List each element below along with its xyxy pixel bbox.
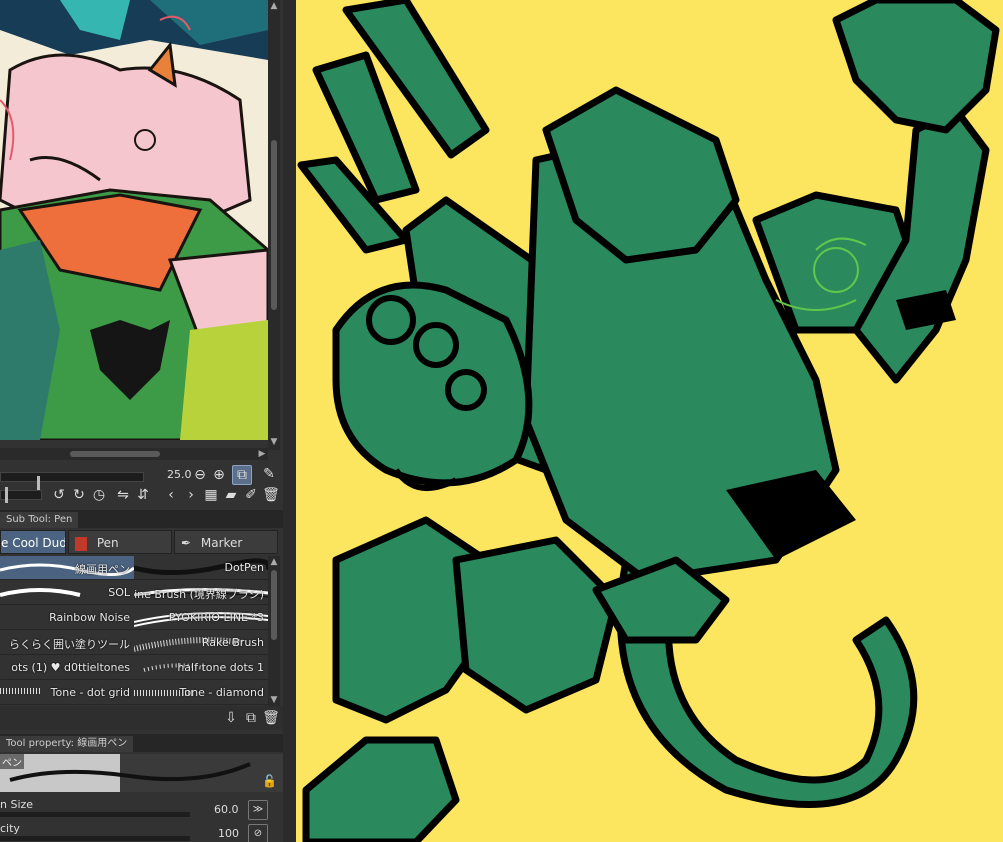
rotate-slider[interactable] [0,487,42,503]
brush-item[interactable]: Rainbow Noise [0,606,134,630]
brush-item[interactable]: half tone dots 1 [134,656,268,680]
brush-label: Outline Brush (境界線ブラシ) [134,588,264,601]
brush-label: Rainbow Noise [49,611,130,624]
zoom-slider[interactable] [0,472,144,496]
brush-item[interactable]: Tone - diamond [134,681,268,705]
subtool-group-tabs: e Cool Dudes Pen ✒ Marker [0,530,283,554]
brush-label: 線画用ペン [75,563,130,576]
navigator-vertical-scrollbar[interactable]: ▲ ▼ [268,0,280,450]
eyedropper-icon[interactable]: ✎ [260,465,278,483]
lock-icon[interactable]: 🔓 [262,774,277,788]
brush-item[interactable]: Rake Brush [134,631,268,655]
pen-group-icon [75,536,87,551]
flip-horizontal-icon[interactable]: ⇋ [114,486,132,504]
canvas-artwork [296,0,1003,842]
scroll-right-icon[interactable]: ▶ [256,448,268,460]
rotate-right-icon[interactable]: ↻ [70,486,88,504]
brush-size-row: n Size 60.0 ≫ [0,798,283,820]
trash-icon[interactable]: 🗑 [262,709,280,727]
navigator-horizontal-scrollbar[interactable]: ▶ [0,448,268,460]
rotate-left-icon[interactable]: ↺ [50,486,68,504]
brush-list-footer: ⇩ ⧉ 🗑 [0,706,283,730]
group-tab-label: Marker [200,536,243,550]
brush-item[interactable]: DotPen [134,556,268,580]
brush-item[interactable]: らくらく囲い塗りツール [0,631,134,655]
group-tab-marker[interactable]: ✒ Marker [174,530,278,554]
tool-property-header: Tool property: 線画用ペン [0,734,283,752]
chevron-down-icon[interactable]: ≫ [248,800,268,820]
marker-group-icon: ✒ [181,536,192,550]
group-tab-cool-dudes[interactable]: e Cool Dudes [0,530,66,554]
left-panel: ▲ ▼ ▶ 25.0 ⊖ ⊕ ⧉ ✎ ↺ ↻ ◷ ⇋ ⇵ ‹ › ▦ ▰ ✐ 🗑… [0,0,283,842]
zoom-out-icon[interactable]: ⊖ [191,466,209,484]
brush-label: SOL [108,586,130,599]
brush-label: PYOKIRIO LINE *3 [168,611,264,624]
stroke-preview: ペン 🔓 [0,754,283,792]
import-icon[interactable]: ⇩ [222,709,240,727]
edit-icon[interactable]: ✐ [242,486,260,504]
opacity-value[interactable]: 100 [218,827,239,840]
scroll-thumb[interactable] [70,451,160,457]
scroll-thumb[interactable] [271,140,277,310]
brush-item[interactable]: SOL [0,581,134,605]
brush-label: ots (1) ♥ d0ttieltones [11,661,130,674]
brush-label: Tone - dot grid [50,686,130,699]
brush-label: らくらく囲い塗りツール [9,638,130,651]
grid-icon[interactable]: ▦ [202,486,220,504]
brush-item[interactable]: 線画用ペン [0,556,134,580]
subtool-brush-list: 線画用ペン DotPen SOL Outline Brush (境界線ブラシ) … [0,556,268,706]
rotate-slider-knob[interactable] [5,487,8,503]
brush-size-value[interactable]: 60.0 [214,803,239,816]
trash-icon[interactable]: 🗑 [262,486,280,504]
group-tab-label: e Cool Dudes [1,536,65,550]
reset-rotation-icon[interactable]: ◷ [90,486,108,504]
scroll-down-icon[interactable]: ▼ [268,694,280,706]
brush-list-scrollbar[interactable]: ▲ ▼ [268,556,280,706]
navigator-preview[interactable] [0,0,268,440]
opacity-label: city [0,822,20,835]
group-tab-label: Pen [96,536,119,550]
stroke-preview-line [9,762,251,782]
zoom-value: 25.0 [167,468,192,481]
group-tab-pen[interactable]: Pen [68,530,172,554]
brush-size-label: n Size [0,798,34,811]
brush-label: Rake Brush [201,636,264,649]
scroll-up-icon[interactable]: ▲ [268,556,280,568]
flip-vertical-icon[interactable]: ⇵ [134,486,152,504]
scroll-down-icon[interactable]: ▼ [268,436,280,448]
brush-item[interactable]: ots (1) ♥ d0ttieltones [0,656,134,680]
brush-item[interactable]: Outline Brush (境界線ブラシ) [134,581,268,605]
brush-item[interactable]: Tone - dot grid [0,681,134,705]
drawing-canvas[interactable] [296,0,1003,842]
reset-icon[interactable]: ⊘ [248,824,268,842]
scroll-up-icon[interactable]: ▲ [268,0,280,12]
folder-icon[interactable]: ▰ [222,486,240,504]
fit-view-icon[interactable]: ⧉ [232,465,252,485]
zoom-in-icon[interactable]: ⊕ [210,466,228,484]
brush-label: half tone dots 1 [177,661,264,674]
opacity-slider[interactable] [0,836,190,841]
scroll-thumb[interactable] [271,570,277,640]
navigator-artwork [0,0,268,440]
brush-label: DotPen [224,561,265,574]
tool-property-title[interactable]: Tool property: 線画用ペン [0,736,134,752]
previous-icon[interactable]: ‹ [162,486,180,504]
brush-item[interactable]: PYOKIRIO LINE *3 [134,606,268,630]
duplicate-icon[interactable]: ⧉ [242,709,260,727]
brush-size-slider[interactable] [0,812,190,817]
rotate-controls: ↺ ↻ ◷ ⇋ ⇵ ‹ › ▦ ▰ ✐ 🗑 [0,484,283,506]
brush-label: Tone - diamond [179,686,264,699]
panel-divider[interactable] [283,0,296,842]
subtool-panel-title[interactable]: Sub Tool: Pen [0,512,79,528]
subtool-panel-header: Sub Tool: Pen [0,510,283,528]
next-icon[interactable]: › [182,486,200,504]
opacity-row: city 100 ⊘ [0,822,283,842]
